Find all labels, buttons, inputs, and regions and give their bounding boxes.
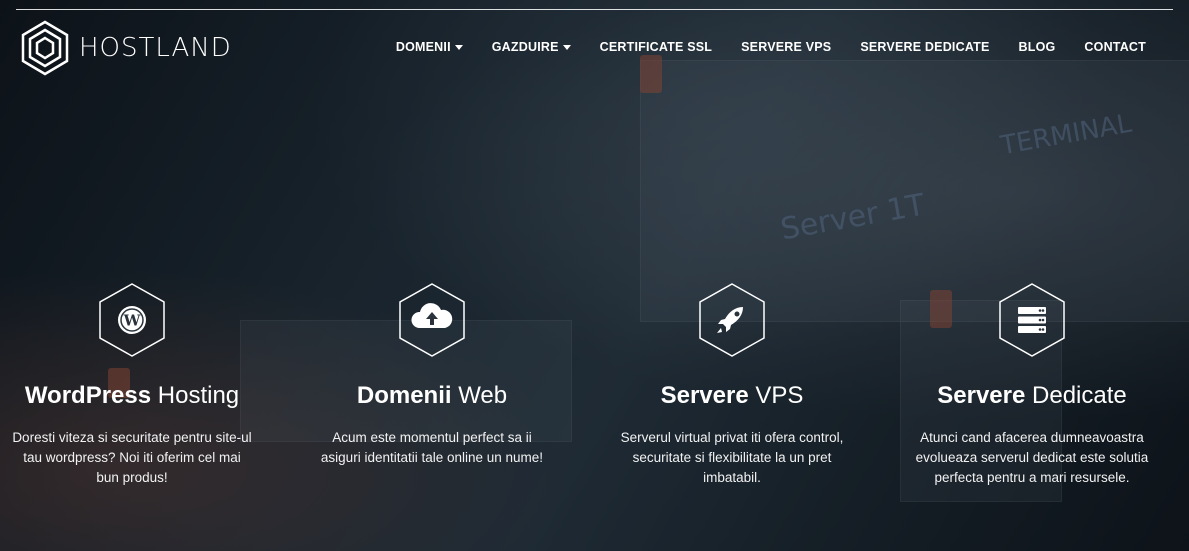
feature-servere-dedicate: Servere Dedicate Atunci cand afacerea du… (912, 282, 1152, 488)
caret-down-icon (454, 44, 463, 50)
nav-item-label: GAZDUIRE (491, 40, 559, 54)
feature-title-rest: Dedicate (1025, 382, 1127, 409)
svg-text:W: W (123, 312, 142, 330)
nav-item-gazduire[interactable]: GAZDUIRE (492, 40, 571, 54)
nav-item-label: DOMENII (395, 40, 451, 54)
cloud-upload-icon[interactable] (397, 282, 467, 358)
nav-item-label: SERVERE DEDICATE (860, 40, 990, 54)
nav-item-blog[interactable]: BLOG (1019, 40, 1056, 54)
brand-logo[interactable]: HOSTLAND (21, 20, 232, 76)
feature-title: Domenii Web (312, 382, 552, 410)
rocket-icon[interactable] (697, 282, 767, 358)
hexagon-logo-icon (21, 20, 69, 76)
feature-title: Servere Dedicate (912, 382, 1152, 410)
feature-description: Atunci cand afacerea dumneavoastra evolu… (915, 430, 1149, 485)
feature-title-bold: WordPress (24, 382, 152, 409)
nav-item-label: SERVERE VPS (741, 40, 832, 54)
server-icon[interactable] (997, 282, 1067, 358)
feature-title-rest: VPS (748, 382, 804, 409)
wordpress-icon[interactable]: W (97, 282, 167, 358)
caret-down-icon (562, 44, 571, 50)
feature-title-bold: Servere (660, 382, 749, 409)
nav-item-contact[interactable]: CONTACT (1084, 40, 1146, 54)
feature-title: WordPress Hosting (12, 382, 252, 410)
nav-item-servere-dedicate[interactable]: SERVERE DEDICATE (860, 40, 989, 54)
nav-item-label: CONTACT (1084, 40, 1146, 54)
top-divider (16, 9, 1173, 10)
feature-title-rest: Hosting (151, 382, 240, 409)
feature-description: Serverul virtual privat iti ofera contro… (620, 430, 844, 485)
feature-title-rest: Web (451, 382, 508, 409)
feature-title-bold: Domenii (356, 382, 452, 409)
nav-item-servere-vps[interactable]: SERVERE VPS (741, 40, 831, 54)
feature-wordpress-hosting: W WordPress Hosting Doresti viteza si se… (12, 282, 252, 488)
feature-servere-vps: Servere VPS Serverul virtual privat iti … (612, 282, 852, 488)
nav-item-domenii[interactable]: DOMENII (396, 40, 463, 54)
feature-description: Doresti viteza si securitate pentru site… (12, 430, 252, 485)
feature-description: Acum este momentul perfect sa ii asiguri… (320, 430, 544, 465)
feature-title-bold: Servere (937, 382, 1026, 409)
nav-item-label: BLOG (1018, 40, 1056, 54)
nav-item-certificate-ssl[interactable]: CERTIFICATE SSL (600, 40, 713, 54)
feature-domenii-web: Domenii Web Acum este momentul perfect s… (312, 282, 552, 468)
brand-name: HOSTLAND (79, 33, 232, 63)
feature-title: Servere VPS (612, 382, 852, 410)
nav-item-label: CERTIFICATE SSL (599, 40, 713, 54)
main-nav: DOMENII GAZDUIRE CERTIFICATE SSL SERVERE… (396, 40, 1146, 54)
